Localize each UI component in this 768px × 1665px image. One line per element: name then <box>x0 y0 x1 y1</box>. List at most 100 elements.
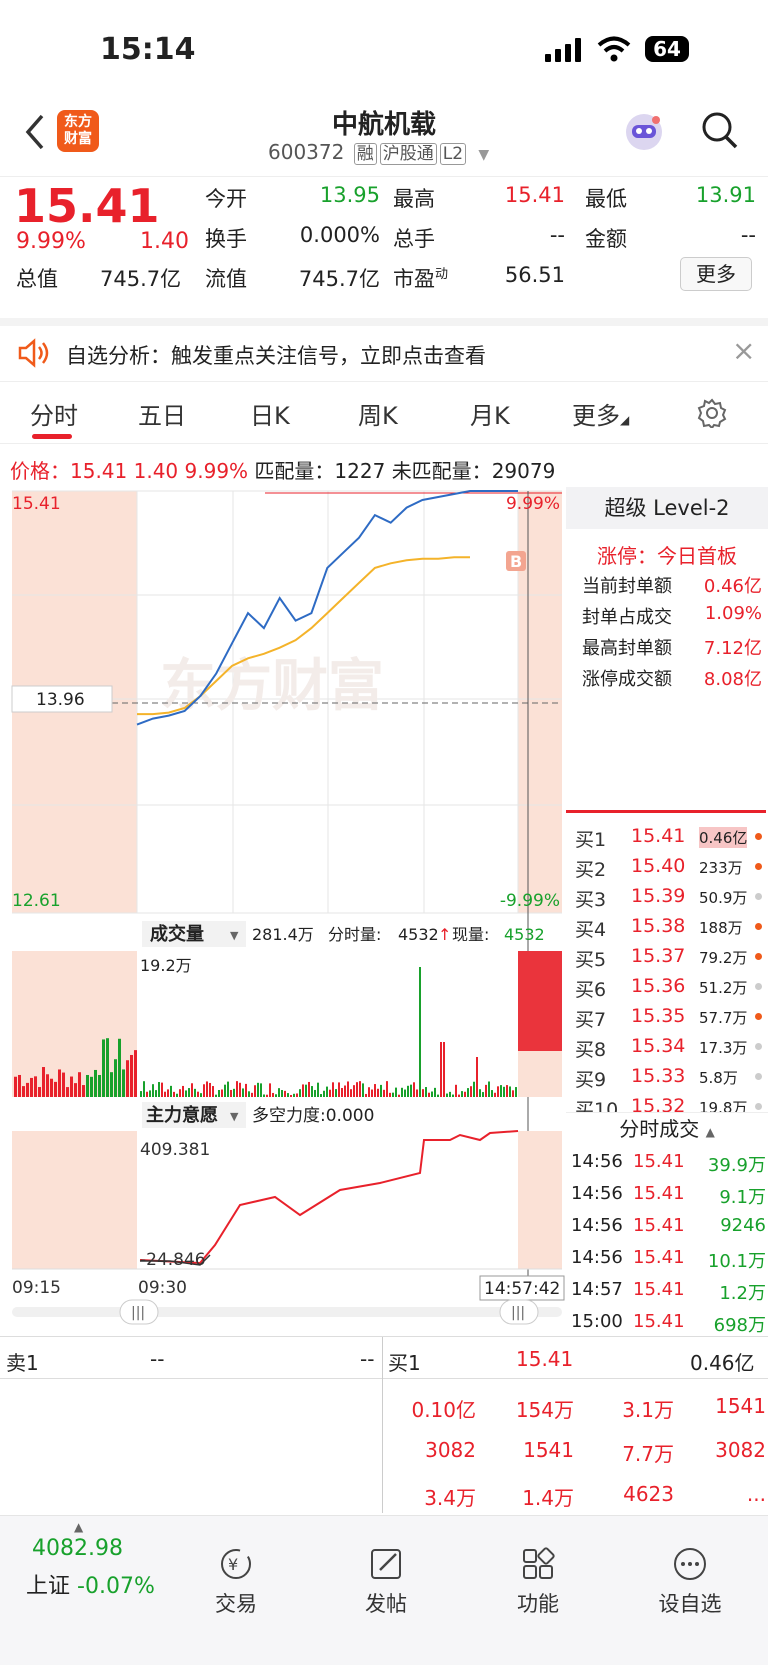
index-widget[interactable]: ▲ 4082.98 上证 -0.07% <box>20 1516 170 1616</box>
cursor-price: 13.96 <box>36 690 85 710</box>
search-icon[interactable] <box>700 110 740 156</box>
tab-intraday[interactable]: 分时 <box>30 396 78 431</box>
pe-label: 市盈动 <box>393 267 449 291</box>
tab-day-k[interactable]: 日K <box>250 396 290 431</box>
tab-post[interactable]: 发帖 <box>336 1546 436 1618</box>
more-button[interactable]: 更多 <box>680 257 752 291</box>
order-dot <box>755 1073 762 1080</box>
volume-bar <box>140 1091 142 1097</box>
right-handle-grip: ||| <box>511 1305 525 1321</box>
trade-row: 14:57 15.41 1.2万 <box>571 1276 766 1308</box>
volume-bar <box>146 1091 148 1097</box>
volume-bar <box>275 1094 277 1097</box>
volume-menu-label: 成交量 <box>150 923 204 945</box>
intraday-chart[interactable]: 东方财富 B 15.41 12.61 9.99% -9.99% 13.96 成交… <box>0 485 566 1325</box>
volume-bar <box>485 1084 487 1097</box>
price-info-bar: 价格：15.41 1.40 9.99% 匹配量：1227 未匹配量：29079 <box>10 455 555 484</box>
trade-volume: 9246 <box>720 1215 766 1236</box>
volume-bar <box>251 1092 253 1097</box>
volume-bar <box>70 1076 73 1097</box>
trades-title-text: 分时成交 <box>619 1117 700 1141</box>
unmatch-label: 未匹配量： <box>391 459 492 483</box>
order-price: 15.40 <box>631 855 686 877</box>
indicator-menu-label: 主力意愿 <box>146 1104 218 1126</box>
up-arrow-icon: ↑ <box>438 925 451 944</box>
volume-bar <box>506 1085 508 1097</box>
order-volume: 233万 <box>699 859 743 877</box>
order-dot <box>755 893 762 900</box>
close-icon[interactable]: × <box>732 334 755 367</box>
stock-code: 600372 <box>268 140 345 164</box>
trade-volume: 10.1万 <box>707 1251 766 1272</box>
volume-bar <box>239 1082 241 1097</box>
order-book-row[interactable]: 买3 15.39 50.9万 <box>571 882 766 912</box>
volume-bar <box>437 1094 439 1097</box>
order-level: 买3 <box>575 889 607 911</box>
volume-bar <box>74 1083 77 1097</box>
level2-row: 最高封单额 7.12亿 <box>582 634 762 660</box>
level2-row: 当前封单额 0.46亿 <box>582 572 762 598</box>
tab-post-label: 发帖 <box>365 1592 407 1616</box>
chevron-down-icon[interactable]: ▼ <box>478 147 489 163</box>
trade-volume: 9.1万 <box>719 1187 766 1208</box>
queue-cell: 3082 <box>715 1438 766 1462</box>
volume-bar <box>143 1081 145 1097</box>
low-value: 13.91 <box>695 183 756 207</box>
order-book-row[interactable]: 买4 15.38 188万 <box>571 912 766 942</box>
tab-functions[interactable]: 功能 <box>488 1546 588 1618</box>
queue-vertical-divider <box>382 1337 383 1513</box>
order-level: 买9 <box>575 1069 607 1091</box>
volume-bar <box>503 1086 505 1097</box>
more-dots-icon <box>674 1548 706 1580</box>
robot-assistant-icon[interactable] <box>622 110 666 154</box>
order-book-row[interactable]: 买7 15.35 57.7万 <box>571 1002 766 1032</box>
analysis-banner[interactable]: 自选分析：触发重点关注信号，立即点击查看 × <box>0 318 768 382</box>
trade-icon: ¥ <box>221 1549 251 1579</box>
volume-bar <box>78 1072 81 1097</box>
index-name: 上证 <box>26 1574 71 1599</box>
volume-bar <box>365 1093 367 1097</box>
volume-bar <box>431 1091 433 1097</box>
tab-more[interactable]: 更多◢ <box>572 396 629 431</box>
speaker-icon <box>16 338 50 372</box>
level2-row: 涨停成交额 8.08亿 <box>582 665 762 691</box>
volume-bar <box>497 1086 499 1097</box>
tag-margin: 融 <box>353 143 377 165</box>
turnover-value: 0.000% <box>299 223 380 247</box>
order-book-row[interactable]: 买9 15.33 5.8万 <box>571 1062 766 1092</box>
volume-bar <box>149 1090 151 1097</box>
queue-sell-volume: -- <box>360 1347 375 1371</box>
tab-month-k[interactable]: 月K <box>470 396 510 431</box>
volume-bar <box>26 1082 29 1097</box>
order-book-row[interactable]: 买5 15.37 79.2万 <box>571 942 766 972</box>
volume-bar <box>134 1050 137 1097</box>
volume-bar <box>413 1082 415 1097</box>
queue-cell: 1.4万 <box>522 1486 574 1510</box>
volume-bar <box>338 1082 340 1097</box>
trades-title[interactable]: 分时成交 ▲ <box>566 1112 768 1146</box>
volume-bar <box>287 1093 289 1097</box>
volume-bar <box>22 1086 25 1097</box>
tab-week-k[interactable]: 周K <box>358 396 398 431</box>
banner-text: 自选分析：触发重点关注信号，立即点击查看 <box>66 344 486 368</box>
level2-row-label: 当前封单额 <box>582 576 672 597</box>
queue-cell: 3.1万 <box>622 1398 674 1422</box>
volume-bar <box>185 1090 187 1097</box>
tab-five-day[interactable]: 五日 <box>138 396 186 431</box>
trade-price: 15.41 <box>633 1247 685 1268</box>
level2-title[interactable]: 超级 Level-2 <box>566 487 768 529</box>
gear-icon[interactable] <box>697 398 727 432</box>
volume-bar <box>42 1067 45 1097</box>
volume-bar <box>94 1069 97 1097</box>
order-book-row[interactable]: 买2 15.40 233万 <box>571 852 766 882</box>
tab-trade[interactable]: ¥ 交易 <box>186 1546 286 1618</box>
volume-bar <box>494 1092 496 1097</box>
trade-time: 14:56 <box>571 1247 623 1268</box>
tab-add-watchlist[interactable]: 设自选 <box>640 1546 740 1618</box>
order-book-row[interactable]: 买8 15.34 17.3万 <box>571 1032 766 1062</box>
chart-tabs: 分时 五日 日K 周K 月K 更多◢ <box>0 382 768 444</box>
volume-bar <box>194 1088 196 1097</box>
order-book-row[interactable]: 买1 15.41 0.46亿 <box>571 822 766 852</box>
order-book-row[interactable]: 买6 15.36 51.2万 <box>571 972 766 1002</box>
volume-bar <box>443 1042 445 1097</box>
